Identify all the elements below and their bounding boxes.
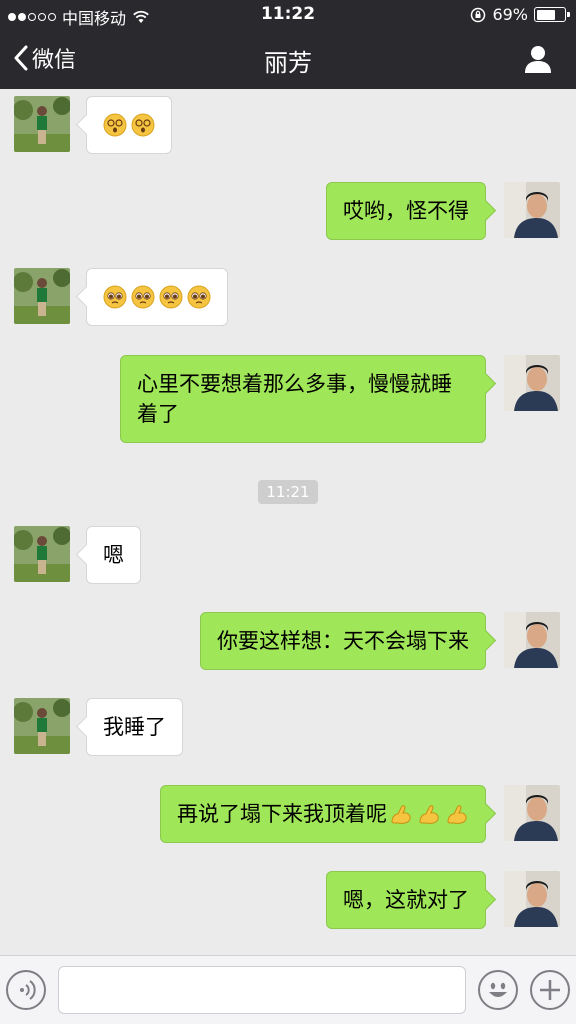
message-text: 嗯，这就对了 xyxy=(343,888,469,912)
emoji-button[interactable] xyxy=(478,970,518,1010)
battery-icon xyxy=(534,7,570,22)
pleading-face-emoji xyxy=(103,285,127,309)
message-bubble[interactable]: 我睡了 xyxy=(86,698,183,756)
contact-avatar[interactable] xyxy=(14,526,70,582)
smiley-icon xyxy=(489,982,507,997)
message-bubble[interactable]: 哎哟，怪不得 xyxy=(326,182,486,240)
emoji-sequence xyxy=(103,282,211,312)
voice-icon xyxy=(20,980,36,1000)
status-bar: 中国移动 11:22 69% xyxy=(0,0,576,30)
my-avatar[interactable] xyxy=(504,785,560,841)
message-text: 我睡了 xyxy=(103,715,166,739)
emoji-sequence xyxy=(389,799,469,829)
message-text: 再说了塌下来我顶着呢 xyxy=(177,802,387,826)
dizzy-face-emoji xyxy=(103,113,127,137)
timestamp-divider: 11:21 xyxy=(0,480,576,504)
pleading-face-emoji xyxy=(159,285,183,309)
message-bubble[interactable]: 你要这样想：天不会塌下来 xyxy=(200,612,486,670)
my-avatar[interactable] xyxy=(504,871,560,927)
contact-avatar[interactable] xyxy=(14,96,70,152)
contact-avatar[interactable] xyxy=(14,268,70,324)
message-bubble[interactable]: 心里不要想着那么多事，慢慢就睡着了 xyxy=(120,355,486,443)
message-text: 你要这样想：天不会塌下来 xyxy=(217,629,469,653)
message-input[interactable] xyxy=(58,966,466,1014)
message-bubble[interactable] xyxy=(86,96,172,154)
contact-avatar[interactable] xyxy=(14,698,70,754)
flexed-biceps-emoji xyxy=(391,805,411,824)
rotation-lock-icon xyxy=(471,7,486,22)
dizzy-face-emoji xyxy=(131,113,155,137)
flexed-biceps-emoji xyxy=(447,805,467,824)
more-button[interactable] xyxy=(530,970,570,1010)
person-icon[interactable] xyxy=(524,44,552,74)
my-avatar[interactable] xyxy=(504,182,560,238)
pleading-face-emoji xyxy=(187,285,211,309)
nav-bar: 微信 丽芳 xyxy=(0,30,576,89)
flexed-biceps-emoji xyxy=(419,805,439,824)
voice-button[interactable] xyxy=(6,970,46,1010)
battery-percent: 69% xyxy=(492,5,528,24)
my-avatar[interactable] xyxy=(504,612,560,668)
chat-title: 丽芳 xyxy=(264,49,312,77)
emoji-sequence xyxy=(103,110,155,140)
pleading-face-emoji xyxy=(131,285,155,309)
timestamp-label: 11:21 xyxy=(258,480,318,504)
plus-icon xyxy=(540,980,560,1000)
message-bubble[interactable] xyxy=(86,268,228,326)
message-bubble[interactable]: 再说了塌下来我顶着呢 xyxy=(160,785,486,843)
message-text: 心里不要想着那么多事，慢慢就睡着了 xyxy=(137,372,452,426)
message-bubble[interactable]: 嗯 xyxy=(86,526,141,584)
my-avatar[interactable] xyxy=(504,355,560,411)
message-list[interactable]: 哎哟，怪不得 心里不要想着那么多事，慢慢就睡着了 11:21 嗯 你要这样想：天… xyxy=(0,89,576,955)
input-bar xyxy=(0,955,576,1024)
message-text: 嗯 xyxy=(103,543,124,567)
message-bubble[interactable]: 嗯，这就对了 xyxy=(326,871,486,929)
status-bar-right: 69% xyxy=(470,5,570,24)
message-text: 哎哟，怪不得 xyxy=(343,199,469,223)
